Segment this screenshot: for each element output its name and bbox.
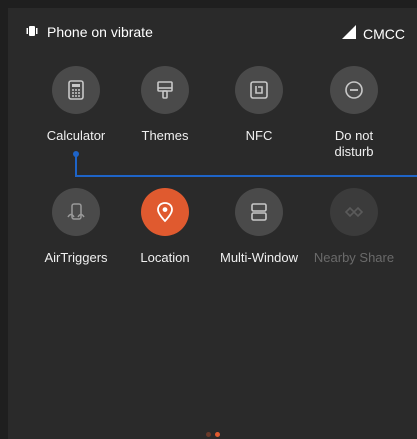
tile-label: Calculator (46, 128, 106, 143)
page-dot-current (215, 432, 220, 437)
airtriggers-icon[interactable] (52, 188, 100, 236)
tile-label: AirTriggers (44, 250, 108, 265)
nfc-icon[interactable] (235, 66, 283, 114)
tile-do-not-disturb[interactable]: Do not disturb (306, 66, 402, 160)
tile-themes[interactable]: Themes (117, 66, 213, 144)
multi-window-icon[interactable] (235, 188, 283, 236)
tile-label: Themes (141, 128, 189, 143)
tile-label: Location (140, 250, 190, 265)
tile-calculator[interactable]: Calculator (28, 66, 124, 144)
tile-label: NFC (245, 128, 273, 143)
page-indicator (206, 432, 220, 437)
nearby-share-icon (330, 188, 378, 236)
tile-airtriggers[interactable]: AirTriggers (28, 188, 124, 266)
themes-brush-icon[interactable] (141, 66, 189, 114)
tile-label: Nearby Share (313, 250, 395, 265)
page-dot (206, 432, 211, 437)
tile-multi-window[interactable]: Multi-Window (211, 188, 307, 266)
tile-nfc[interactable]: NFC (211, 66, 307, 144)
do-not-disturb-icon[interactable] (330, 66, 378, 114)
tile-label: Do not disturb (334, 128, 374, 159)
tile-label: Multi-Window (219, 250, 298, 265)
location-pin-icon[interactable] (141, 188, 189, 236)
tile-nearby-share: Nearby Share (306, 188, 402, 266)
calculator-icon[interactable] (52, 66, 100, 114)
tile-location[interactable]: Location (117, 188, 213, 266)
